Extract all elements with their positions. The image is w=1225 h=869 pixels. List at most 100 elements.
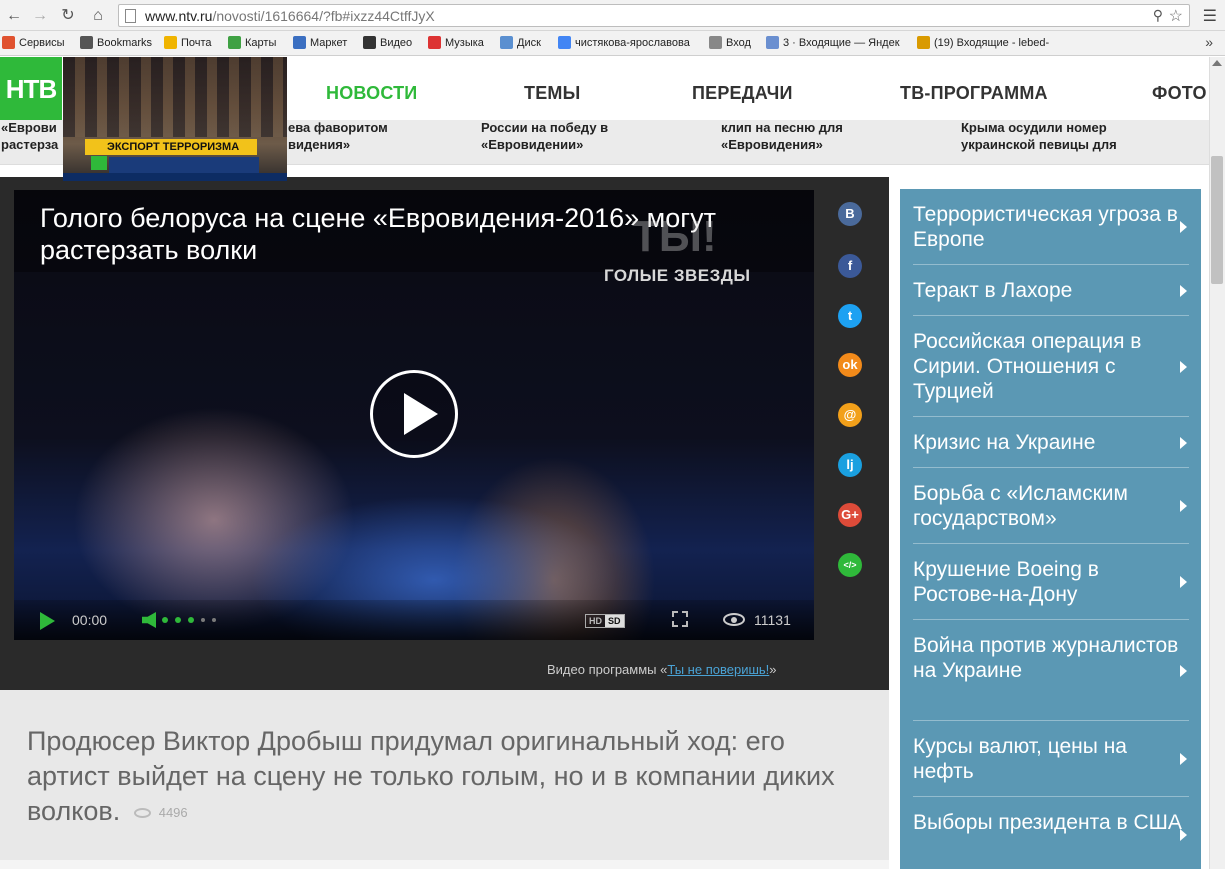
article-body-start [0,860,889,869]
back-arrow-icon[interactable]: ← [4,6,24,26]
bookmark-star-icon[interactable]: ☆ [1169,6,1183,26]
bookmark-item[interactable]: Видео [363,36,412,49]
google-icon [558,36,571,49]
menu-programs[interactable]: ПЕРЕДАЧИ [692,83,793,104]
news-strip-item[interactable]: «Еврови растерза [1,119,63,153]
video-player[interactable]: Голого белоруса на сцене «Евровидения-20… [14,190,814,640]
bookmark-label: Карты [245,36,277,49]
preview-subtitle-bar [109,157,259,173]
topic-link[interactable]: Крушение Boeing в Ростове-на-Дону [913,557,1189,607]
maps-icon [228,36,241,49]
bookmark-item[interactable]: Сервисы [2,36,65,49]
preview-image [63,57,287,137]
bookmark-label: Сервисы [19,36,65,49]
news-strip-item[interactable]: Крыма осудили номер украинской певицы дл… [961,119,1161,153]
preview-caption: ЭКСПОРТ ТЕРРОРИЗМА [85,139,257,155]
chevron-right-icon [1180,829,1187,841]
menu-photo[interactable]: ФОТО [1152,83,1207,104]
article-views-count: 4496 [158,805,188,821]
topic-link[interactable]: Теракт в Лахоре [913,278,1189,303]
facebook-icon[interactable]: f [838,254,862,278]
star-icon [80,36,93,49]
sd-option[interactable]: SD [605,615,624,627]
show-logo: ГОЛЫЕ ЗВЕЗДЫ [604,266,751,285]
forward-arrow-icon[interactable]: → [30,6,50,26]
reload-icon[interactable]: ↻ [58,6,78,26]
ntv-logo[interactable]: НТВ [0,57,62,121]
news-strip-item[interactable]: ева фаворитом видения» [288,119,418,153]
topic-link[interactable]: Кризис на Украине [913,430,1189,455]
news-strip-item[interactable]: клип на песню для «Евровидения» [721,119,896,153]
mailru-icon[interactable]: @ [838,403,862,427]
embed-icon[interactable]: </> [838,553,862,577]
news-strip-item[interactable]: России на победу в «Евровидении» [481,119,651,153]
topic-divider [913,264,1189,265]
menu-news[interactable]: НОВОСТИ [326,83,417,104]
bookmark-label: Диск [517,36,541,49]
topic-divider [913,796,1189,797]
bookmark-item[interactable]: чистякова-ярославова [558,36,690,49]
program-credit: Видео программы «Ты не поверишь!» [547,662,777,677]
topic-link[interactable]: Террористическая угроза в Европе [913,202,1189,252]
bookmark-item[interactable]: (19) Входящие - lebed- [917,36,1049,49]
page-icon [125,9,136,23]
volume-icon[interactable] [142,612,156,628]
bookmark-item[interactable]: Вход [709,36,751,49]
bookmark-item[interactable]: Маркет [293,36,347,49]
chevron-right-icon [1180,500,1187,512]
zoom-icon[interactable]: ⚲ [1153,7,1163,24]
preview-ticker-bar [63,173,287,181]
twitter-icon[interactable]: t [838,304,862,328]
bookmark-item[interactable]: 3 · Входящие — Яндек [766,36,900,49]
bookmark-item[interactable]: Карты [228,36,276,49]
play-button[interactable] [370,370,458,458]
menu-tv-guide[interactable]: ТВ-ПРОГРАММА [900,83,1048,104]
menu-topics[interactable]: ТЕМЫ [524,83,580,104]
bookmark-label: Музыка [445,36,484,49]
google-plus-icon[interactable]: G+ [838,503,862,527]
live-preview-thumbnail[interactable]: ЭКСПОРТ ТЕРРОРИЗМА [63,57,287,181]
url-text: www.ntv.ru/novosti/1616664/?fb#ixzz44Ctf… [145,8,435,24]
odnoklassniki-icon[interactable]: ok [838,353,862,377]
bookmark-item[interactable]: Почта [164,36,212,49]
livejournal-icon[interactable]: lj [838,453,862,477]
scroll-up-arrow-icon[interactable] [1212,60,1222,66]
views-eye-icon [723,613,745,626]
fullscreen-icon[interactable] [672,611,688,627]
video-views-count: 11131 [754,612,791,628]
bookmark-item[interactable]: Диск [500,36,541,49]
quality-toggle[interactable]: HD SD [585,614,625,628]
article-lead: Продюсер Виктор Дробыш придумал оригинал… [27,724,847,830]
home-icon[interactable]: ⌂ [88,6,108,26]
topic-link[interactable]: Война против журналистов на Украине [913,633,1189,683]
music-icon [428,36,441,49]
chevron-right-icon [1180,753,1187,765]
bookmark-label: Видео [380,36,413,49]
scrollbar-thumb[interactable] [1211,156,1223,284]
bookmark-item[interactable]: Музыка [428,36,484,49]
chevron-right-icon [1180,360,1187,373]
topic-link[interactable]: Российская операция в Сирии. Отношения с… [913,329,1189,404]
topic-divider [913,543,1189,544]
volume-slider[interactable] [162,617,216,623]
views-eye-icon [133,807,151,818]
video-icon [363,36,376,49]
topic-link[interactable]: Выборы президента в США [913,810,1189,835]
bookmark-label: Почта [181,36,212,49]
mail-icon [164,36,177,49]
topic-link[interactable]: Курсы валют, цены на нефть [913,734,1189,784]
address-bar[interactable]: www.ntv.ru/novosti/1616664/?fb#ixzz44Ctf… [118,4,1190,27]
vk-icon[interactable]: В [838,202,862,226]
control-play-icon[interactable] [40,612,55,630]
bookmark-item[interactable]: Bookmarks [80,36,152,49]
hd-option[interactable]: HD [586,615,605,627]
program-link[interactable]: Ты не поверишь! [667,662,769,677]
bookmarks-overflow-icon[interactable]: » [1205,34,1213,50]
bookmarks-bar: Сервисы Bookmarks Почта Карты Маркет Видео Муз… [0,31,1225,56]
browser-menu-icon[interactable]: ☰ [1203,6,1217,26]
topic-divider [913,720,1189,721]
chevron-right-icon [1180,664,1187,677]
topic-link[interactable]: Борьба с «Исламским государством» [913,481,1189,531]
page-icon [709,36,722,49]
video-time: 00:00 [72,612,108,628]
